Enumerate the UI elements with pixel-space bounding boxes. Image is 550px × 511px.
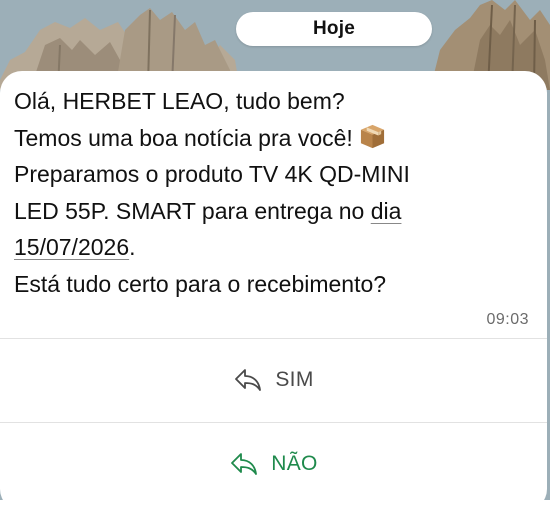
message-line-5-period: . bbox=[129, 234, 136, 260]
message-line-4-text: LED 55P. SMART para entrega no bbox=[14, 197, 371, 224]
date-chip-label: Hoje bbox=[313, 18, 355, 39]
message-text: Olá, HERBET LEAO, tudo bem? Temos uma bo… bbox=[14, 83, 534, 302]
reply-arrow-icon bbox=[235, 369, 262, 391]
reply-button-nao-label: NÃO bbox=[271, 452, 318, 475]
message-line-2: Temos uma boa notícia pra você! bbox=[14, 120, 534, 157]
package-icon bbox=[360, 124, 384, 148]
message-line-5: 15/07/2026. bbox=[14, 229, 534, 266]
message-line-3: Preparamos o produto TV 4K QD-MINI bbox=[14, 161, 410, 187]
reply-arrow-icon bbox=[231, 453, 258, 475]
date-link-part-1[interactable]: dia bbox=[371, 198, 402, 224]
message-line-4: LED 55P. SMART para entrega no dia bbox=[14, 193, 534, 230]
date-chip: Hoje bbox=[236, 12, 432, 46]
message-line-6: Está tudo certo para o recebimento? bbox=[14, 270, 387, 297]
message-bubble: Olá, HERBET LEAO, tudo bem? Temos uma bo… bbox=[0, 71, 547, 511]
date-link-part-2[interactable]: 15/07/2026 bbox=[14, 234, 129, 260]
reply-button-sim-label: SIM bbox=[275, 368, 314, 391]
reply-button-nao[interactable]: NÃO bbox=[0, 423, 547, 505]
message-line-1: Olá, HERBET LEAO, tudo bem? bbox=[14, 88, 345, 114]
reply-button-sim[interactable]: SIM bbox=[0, 339, 547, 421]
message-timestamp: 09:03 bbox=[486, 311, 529, 328]
message-line-2-text: Temos uma boa notícia pra você! bbox=[14, 124, 353, 151]
